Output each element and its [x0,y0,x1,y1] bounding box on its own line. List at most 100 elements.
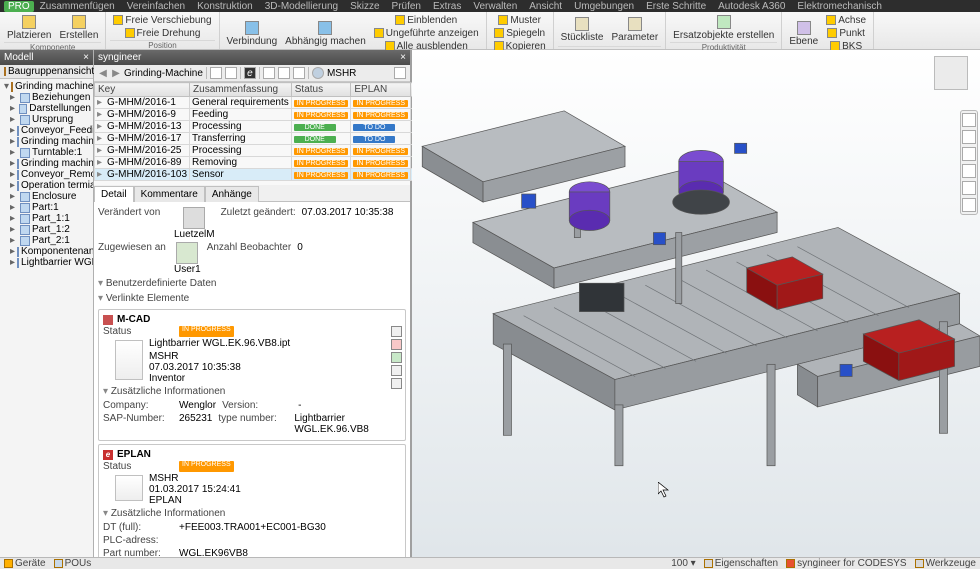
zoom-value[interactable]: 100 ▾ [671,558,696,569]
mcad-card: M-CAD StatusIN PROGRESS Lightbarrier WGL… [98,309,406,441]
statusbar: Geräte POUs 100 ▾ Eigenschaften synginee… [0,557,980,569]
column-header[interactable]: Zusammenfassung [190,83,292,97]
tab-attachments[interactable]: Anhänge [205,186,259,202]
mcad-app: Inventor [149,373,401,384]
syngineer-title: syngineer [98,52,141,63]
status-tab-properties[interactable]: Eigenschaften [704,558,778,569]
tree-item[interactable]: ▸Part_1:2 [2,224,91,235]
menu-tab-pro[interactable]: PRO [4,1,34,12]
parameters-button[interactable]: Parameter [608,14,661,46]
tree-item[interactable]: ▸Operation termial [2,180,91,191]
model-panel-title: Modell× [0,50,93,65]
point-button[interactable]: Punkt [823,27,869,40]
back-icon[interactable]: ◀ [98,68,108,79]
fwd-icon[interactable]: ▶ [111,68,121,79]
bom-button[interactable]: Stückliste [558,14,607,46]
menu-tab[interactable]: Ansicht [523,1,568,12]
tab-comments[interactable]: Kommentare [134,186,205,202]
thumbnail [115,475,143,501]
column-header[interactable]: EPLAN [351,83,411,97]
plane-button[interactable]: Ebene [786,14,821,53]
mcad-extra-header[interactable]: Zusätzliche Informationen [103,384,401,399]
user-icon[interactable] [312,67,324,79]
connect-button[interactable]: Verbindung [224,14,281,53]
menu-tab[interactable]: Skizze [344,1,385,12]
tree-item[interactable]: ▸Part:1 [2,202,91,213]
tree-item[interactable]: ▸Grinding machine:2 [2,158,91,169]
menu-tab[interactable]: Verwalten [467,1,523,12]
close-icon[interactable]: × [400,52,406,63]
show-button[interactable]: Einblenden [371,14,482,27]
tree-item[interactable]: ▸Beziehungen [2,92,91,103]
status-tab-tools[interactable]: Werkzeuge [915,558,976,569]
link-icon[interactable] [391,365,402,376]
menu-tab[interactable]: Vereinfachen [121,1,191,12]
status-tab-devices[interactable]: Geräte [4,558,46,569]
viewport-3d[interactable] [412,50,980,557]
tree-root[interactable]: ▾Grinding machine.iam [2,81,91,92]
free-rotate-button[interactable]: Freie Drehung [110,27,214,40]
tree-item[interactable]: ▸Enclosure [2,191,91,202]
tab-detail[interactable]: Detail [94,186,134,202]
tree-item[interactable]: ▸Conveyor_Removal:1 [2,169,91,180]
model-tree: ▾Grinding machine.iam ▸Beziehungen▸Darst… [0,79,93,557]
settings-icon[interactable] [394,67,406,79]
more-icon[interactable] [391,378,402,389]
tree-item[interactable]: ▸Part_2:1 [2,235,91,246]
toolbar-icon[interactable]: e [244,67,256,79]
breadcrumb[interactable]: Grinding-Machine [124,68,203,79]
substitutes-button[interactable]: Ersatzobjekte erstellen [670,14,777,42]
status-label: Status [103,326,173,337]
close-icon[interactable]: × [83,52,89,63]
show-unguided-button[interactable]: Ungeführte anzeigen [371,27,482,40]
tree-item[interactable]: ▸Darstellungen [2,103,91,114]
section-linked-elements[interactable]: Verlinkte Elemente [98,291,406,306]
menu-tab[interactable]: Erste Schritte [640,1,712,12]
tree-item[interactable]: ▸Komponentenanordnung 2:1 [2,246,91,257]
edit-icon[interactable] [391,326,402,337]
axis-gizmo [452,50,980,527]
constrain-button[interactable]: Abhängig machen [282,14,369,53]
place-button[interactable]: Platzieren [4,14,54,42]
menu-tab[interactable]: Umgebungen [568,1,640,12]
column-header[interactable]: Status [291,83,351,97]
status-tab-pous[interactable]: POUs [54,558,92,569]
create-button[interactable]: Erstellen [56,14,101,42]
toolbar-icon[interactable] [210,67,222,79]
toolbar-icon[interactable] [293,67,305,79]
section-custom-data[interactable]: Benutzerdefinierte Daten [98,276,406,291]
toolbar-icon[interactable] [225,67,237,79]
ribbon: Platzieren Erstellen Komponente Freie Ve… [0,12,980,50]
tree-item[interactable]: ▸Grinding machine:1 [2,136,91,147]
tree-item[interactable]: ▸Lightbarrier WGL.EK.96.VB8 [2,257,91,268]
eplan-icon: e [103,450,113,460]
tree-item[interactable]: ▸Part_1:1 [2,213,91,224]
cursor-icon [658,482,980,557]
tree-item[interactable]: ▸Turntable:1 [2,147,91,158]
menu-tab[interactable]: 3D-Modellierung [259,1,344,12]
menu-tab[interactable]: Extras [427,1,467,12]
tree-item[interactable]: ▸Ursprung [2,114,91,125]
delete-icon[interactable] [391,339,402,350]
menu-tab[interactable]: Elektromechanisch [791,1,887,12]
menu-tab[interactable]: Konstruktion [191,1,259,12]
free-move-button[interactable]: Freie Verschiebung [110,14,214,27]
status-tab-syngineer[interactable]: syngineer for CODESYS [786,558,907,569]
ribbon-group-label [558,46,661,47]
axis-button[interactable]: Achse [823,14,869,27]
mirror-button[interactable]: Spiegeln [491,27,549,40]
menu-tab[interactable]: Prüfen [386,1,427,12]
column-header[interactable]: Key [95,83,190,97]
syngineer-toolbar: ◀ ▶ Grinding-Machine e MSHR [94,65,410,82]
refresh-icon[interactable] [391,352,402,363]
menu-tab[interactable]: Zusammenfügen [34,1,121,12]
tree-item[interactable]: ▸Conveyor_Feeding:1 [2,125,91,136]
toolbar-icon[interactable] [263,67,275,79]
folder-icon [4,67,6,76]
pattern-button[interactable]: Muster [491,14,549,27]
assembly-view-selector[interactable]: Baugruppenansicht ▾ [0,65,93,79]
changed-by-value: LuetzelM [174,229,215,240]
menu-tab[interactable]: Autodesk A360 [712,1,791,12]
toolbar-icon[interactable] [278,67,290,79]
eplan-extra-header[interactable]: Zusätzliche Informationen [103,506,401,521]
